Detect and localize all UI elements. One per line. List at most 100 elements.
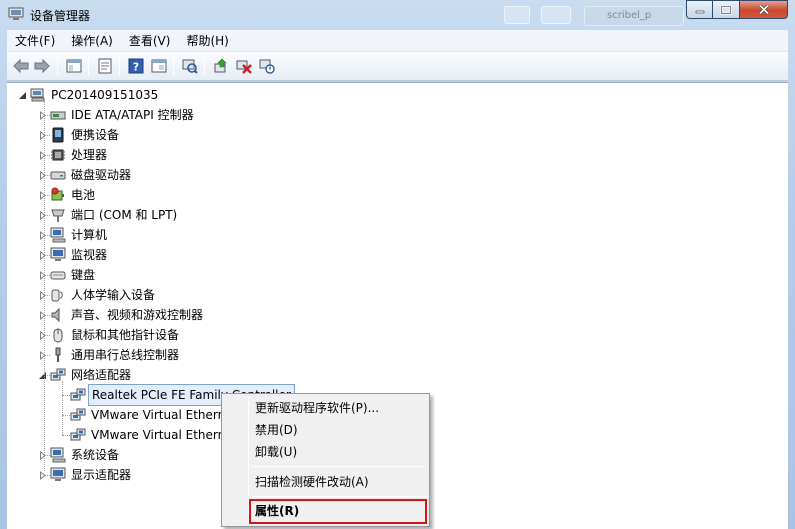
tree-connector [62,435,70,436]
background-window-button [541,6,571,24]
device-category[interactable]: 便携设备 [50,125,119,145]
tree-node-label: 人体学输入设备 [71,288,156,302]
forward-arrow-icon [34,59,50,73]
uninstall-icon [236,60,252,74]
disable-menu-item[interactable]: 禁用(D) [225,419,426,441]
category-expander[interactable] [38,351,47,360]
tree-connector [62,415,70,416]
category-expander[interactable] [38,331,47,340]
device-category[interactable]: IDE ATA/ATAPI 控制器 [50,105,194,125]
minimize-icon [695,10,704,13]
category-expander[interactable] [38,211,47,220]
update-driver-menu-item[interactable]: 更新驱动程序软件(P)... [225,397,426,419]
expand-arrow-icon [39,291,46,300]
device-category[interactable]: 计算机 [50,225,107,245]
update-driver-icon [214,58,227,73]
help-button[interactable]: ? [127,57,145,75]
toolbar-separator [204,57,205,76]
enable-device-button[interactable] [258,57,276,75]
toolbar: ? [7,52,788,81]
menu-action[interactable]: 操作(A) [63,31,121,51]
device-category[interactable]: 人体学输入设备 [50,285,155,305]
category-expander[interactable] [38,471,47,480]
system-device-icon [50,447,66,463]
computer-icon [50,227,66,243]
tree-connector [62,381,63,435]
back-button[interactable] [12,57,30,75]
device-category[interactable]: 鼠标和其他指针设备 [50,325,179,345]
device-category[interactable]: 磁盘驱动器 [50,165,131,185]
tree-node-label: 系统设备 [71,448,120,462]
tree-node-label: 网络适配器 [71,368,132,382]
console-tree-icon [66,59,82,73]
device-category[interactable]: 电池 [50,185,95,205]
category-expander[interactable] [38,451,47,460]
root-expander[interactable] [18,91,27,100]
tree-node-label: 声音、视频和游戏控制器 [71,308,204,322]
expand-arrow-icon [39,471,46,480]
tree-node-label: 显示适配器 [71,468,132,482]
expand-arrow-icon [39,111,46,120]
battery-icon [51,187,64,201]
update-driver-button[interactable] [212,57,230,75]
category-expander[interactable] [38,291,47,300]
device-category[interactable]: 声音、视频和游戏控制器 [50,305,203,325]
expand-arrow-icon [39,251,46,260]
tree-node-label: 通用串行总线控制器 [71,348,180,362]
tree-node-label: 键盘 [71,268,96,282]
expand-arrow-icon [39,231,46,240]
menu-file[interactable]: 文件(F) [7,31,63,51]
scan-hardware-button[interactable] [181,57,199,75]
category-expander[interactable] [38,111,47,120]
context-menu: 更新驱动程序软件(P)... 禁用(D) 卸载(U) 扫描检测硬件改动(A) 属… [221,393,430,527]
tree-root-node[interactable]: PC201409151035 [30,85,158,105]
show-hide-console-tree-button[interactable] [65,57,83,75]
collapse-arrow-icon [39,372,46,379]
category-expander[interactable] [38,171,47,180]
expand-arrow-icon [39,271,46,280]
category-expander[interactable] [38,231,47,240]
device-manager-window: 设备管理器 scribel_p 文件(F) 操作(A) 查看(V) 帮助(H) [0,0,795,529]
tree-connector [44,101,45,471]
window-title: 设备管理器 [30,9,91,23]
category-expander[interactable] [38,191,47,200]
maximize-button[interactable] [713,0,740,19]
properties-toolbar-button[interactable] [96,57,114,75]
toolbar-separator [88,57,89,76]
device-category[interactable]: 显示适配器 [50,465,131,485]
close-button[interactable] [740,0,788,19]
device-category[interactable]: 处理器 [50,145,107,165]
menu-help[interactable]: 帮助(H) [178,31,236,51]
tree-connector [62,395,70,396]
device-category[interactable]: 监视器 [50,245,107,265]
tree-node-label: 磁盘驱动器 [71,168,132,182]
device-category[interactable]: 系统设备 [50,445,119,465]
forward-button[interactable] [33,57,51,75]
minimize-button[interactable] [686,0,713,19]
device-category[interactable]: 端口 (COM 和 LPT) [50,205,177,225]
device-category[interactable]: 通用串行总线控制器 [50,345,179,365]
expand-arrow-icon [39,191,46,200]
uninstall-button[interactable] [235,57,253,75]
category-expander[interactable] [38,311,47,320]
uninstall-menu-item[interactable]: 卸载(U) [225,441,426,463]
network-adapter-icon [70,428,86,441]
sound-icon [51,307,60,323]
category-expander[interactable] [38,131,47,140]
category-expander[interactable] [38,271,47,280]
expand-arrow-icon [39,131,46,140]
view-action-button[interactable] [150,57,168,75]
close-icon [758,4,769,15]
tree-node-label: 端口 (COM 和 LPT) [71,208,178,222]
device-category[interactable]: 键盘 [50,265,95,285]
maximize-icon [720,5,732,14]
category-expander[interactable] [38,371,47,380]
menu-view[interactable]: 查看(V) [121,31,179,51]
scan-hardware-menu-item[interactable]: 扫描检测硬件改动(A) [225,471,426,493]
disk-drive-icon [50,171,66,180]
category-expander[interactable] [38,251,47,260]
title-bar: 设备管理器 scribel_p [0,0,795,30]
category-expander[interactable] [38,151,47,160]
context-menu-separator [252,496,426,497]
monitor-icon [50,247,66,261]
